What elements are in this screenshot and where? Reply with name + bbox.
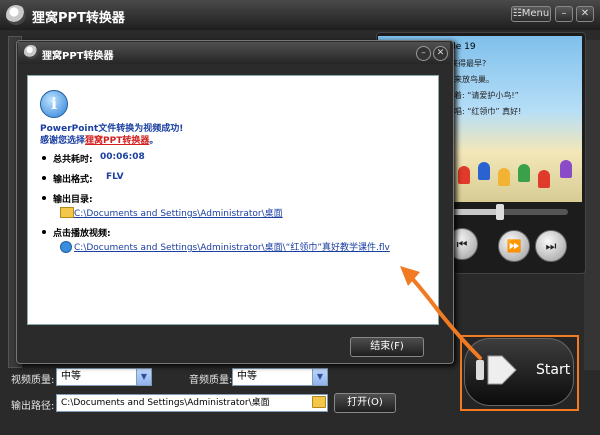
slide-figure — [498, 168, 510, 186]
menu-button[interactable]: ☷Menu — [511, 6, 551, 22]
window-title: 狸窝PPT转换器 — [32, 11, 125, 26]
format-label: 输出格式: — [53, 175, 93, 185]
audio-quality-label: 音频质量: — [189, 375, 233, 386]
slide-figure — [538, 170, 550, 188]
bullet — [42, 156, 46, 160]
chevron-down-icon[interactable]: ▼ — [312, 369, 327, 385]
side-frame — [584, 40, 600, 370]
total-time-value: 00:06:08 — [100, 152, 145, 162]
video-quality-label: 视频质量: — [11, 375, 55, 386]
skip-back-icon: ⏮ — [456, 237, 468, 251]
fast-forward-icon: ⏩ — [506, 239, 522, 253]
skip-end-button[interactable]: ⏭ — [535, 230, 567, 262]
bullet — [42, 176, 46, 180]
seek-bar-fill — [448, 209, 500, 215]
fast-forward-button[interactable]: ⏩ — [498, 230, 530, 262]
skip-end-icon: ⏭ — [545, 239, 557, 253]
brand-name: 狸窝PPT转换器 — [85, 136, 150, 146]
dialog-close-button[interactable]: ✕ — [433, 46, 448, 61]
total-time-label: 总共耗时: — [53, 155, 93, 165]
folder-icon[interactable] — [312, 396, 326, 408]
close-icon: ✕ — [580, 8, 590, 19]
folder-icon — [60, 207, 74, 218]
slide-text-line: 唱: “红领巾” 真好! — [454, 107, 522, 116]
video-quality-select[interactable]: 中等 ▼ — [56, 368, 152, 386]
open-button[interactable]: 打开(O) — [334, 393, 396, 413]
minimize-button[interactable]: – — [555, 6, 573, 22]
slide-figure — [478, 162, 490, 180]
slide-figure — [458, 166, 470, 184]
video-quality-value: 中等 — [61, 371, 81, 382]
play-video-link[interactable]: C:\Documents and Settings\Administrator\… — [74, 240, 390, 253]
dialog-minimize-button[interactable]: – — [416, 46, 431, 61]
slide-text-line: 写着: “请爱护小鸟!” — [446, 91, 519, 100]
play-video-label: 点击播放视频: — [53, 229, 111, 239]
slide-text-line: 来得最早? — [450, 59, 487, 68]
close-button[interactable]: ✕ — [576, 6, 594, 22]
audio-quality-select[interactable]: 中等 ▼ — [232, 368, 328, 386]
slide-text-line: 来放鸟巢。 — [454, 75, 494, 84]
start-label: Start — [536, 362, 571, 378]
audio-quality-value: 中等 — [237, 371, 257, 382]
annotation-arrow — [400, 266, 482, 360]
info-icon: i — [40, 90, 68, 118]
output-path-field[interactable]: C:\Documents and Settings\Administrator\… — [56, 394, 328, 412]
format-value: FLV — [106, 172, 124, 182]
thanks-prefix: 感谢您选择 — [40, 136, 86, 146]
play-icon — [60, 241, 72, 253]
output-dir-link[interactable]: C:\Documents and Settings\Administrator\… — [74, 206, 283, 219]
close-icon: ✕ — [436, 48, 445, 58]
seek-handle[interactable] — [496, 204, 504, 220]
dialog-title: 狸窝PPT转换器 — [42, 51, 114, 62]
minimize-icon: – — [561, 8, 567, 19]
menu-icon: ☷ — [512, 8, 522, 19]
slide-figure — [560, 160, 572, 178]
minimize-icon: – — [421, 48, 426, 58]
chevron-down-icon[interactable]: ▼ — [136, 369, 151, 385]
dialog-logo-icon — [24, 45, 38, 59]
output-dir-label: 输出目录: — [53, 195, 93, 205]
output-path-value: C:\Documents and Settings\Administrator\… — [61, 398, 270, 408]
app-logo-icon — [6, 5, 26, 25]
bullet — [42, 196, 46, 200]
slide-figure — [518, 164, 530, 182]
menu-label: Menu — [521, 8, 550, 19]
thanks-message: 感谢您选择狸窝PPT转换器。 — [40, 133, 158, 146]
thanks-suffix: 。 — [149, 136, 159, 146]
output-path-label: 输出路径: — [11, 401, 55, 412]
bullet — [42, 230, 46, 234]
